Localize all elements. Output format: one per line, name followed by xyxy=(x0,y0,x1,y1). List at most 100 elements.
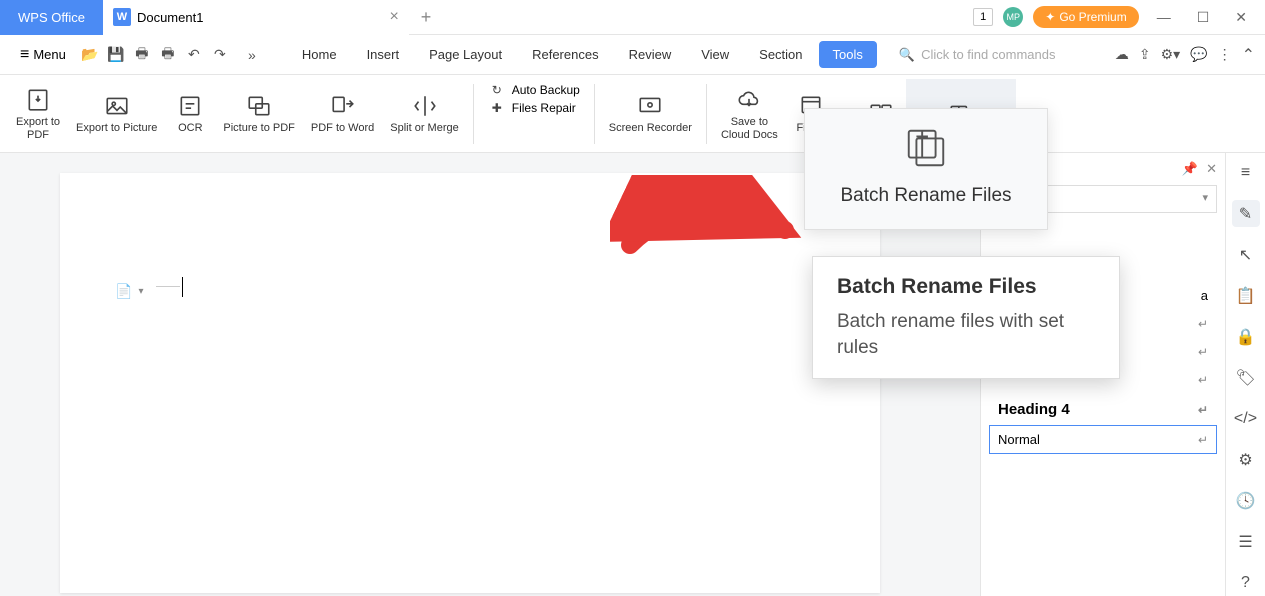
menu-label: Menu xyxy=(33,47,66,62)
titlebar: WPS Office W Document1 × + 1 MP ✦ Go Pre… xyxy=(0,0,1265,35)
picture-export-icon xyxy=(104,92,130,120)
style-label: Heading 4 xyxy=(998,401,1070,418)
sliders-icon[interactable]: ⚙ xyxy=(1232,446,1260,473)
flyout-title: Batch Rename Files xyxy=(805,185,1047,219)
open-icon[interactable]: 📂 xyxy=(78,43,102,67)
files-repair-button[interactable]: ✚ Files Repair xyxy=(488,101,580,115)
split-or-merge-button[interactable]: Split or Merge xyxy=(382,79,466,149)
clipboard-icon[interactable]: 📋 xyxy=(1232,282,1260,309)
ribbon-label: Auto Backup xyxy=(512,83,580,97)
menu-home[interactable]: Home xyxy=(288,41,351,68)
redo-icon[interactable]: ↷ xyxy=(208,43,232,67)
batch-rename-large-icon xyxy=(805,125,1047,171)
settings-dropdown-icon[interactable]: ⚙▾ xyxy=(1161,46,1181,63)
ribbon-label: Screen Recorder xyxy=(609,122,692,135)
style-letter: a xyxy=(1201,288,1208,303)
ribbon-label: PDF to Word xyxy=(311,122,374,135)
ribbon-label: Picture to PDF xyxy=(223,122,295,135)
help-icon[interactable]: ? xyxy=(1232,569,1260,596)
menu-insert[interactable]: Insert xyxy=(353,41,414,68)
right-sidebar: ≡ ✎ ↖ 📋 🔒 🏷 </> ⚙ 🕓 ☰ ? xyxy=(1225,153,1265,596)
share-icon[interactable]: ⇪ xyxy=(1139,46,1151,63)
menu-button[interactable]: ≡ Menu xyxy=(10,42,76,68)
menu-page-layout[interactable]: Page Layout xyxy=(415,41,516,68)
menu-review[interactable]: Review xyxy=(615,41,686,68)
new-tab-button[interactable]: + xyxy=(409,7,444,28)
paragraph-mark-icon: ↵ xyxy=(1198,433,1208,447)
style-label: Normal xyxy=(998,432,1040,447)
ocr-icon xyxy=(177,92,203,120)
ribbon-separator xyxy=(706,84,707,144)
screen-recorder-icon xyxy=(637,92,663,120)
go-premium-button[interactable]: ✦ Go Premium xyxy=(1033,6,1138,28)
more-icon[interactable]: ⋮ xyxy=(1218,46,1232,63)
close-panel-icon[interactable]: ✕ xyxy=(1206,161,1217,177)
lock-icon[interactable]: 🔒 xyxy=(1232,323,1260,350)
document-tab[interactable]: W Document1 × xyxy=(103,0,409,35)
menu-section[interactable]: Section xyxy=(745,41,816,68)
export-to-pdf-button[interactable]: Export to PDF xyxy=(8,79,68,149)
paragraph-mark-icon: ↵ xyxy=(1198,373,1208,387)
document-page[interactable]: 📄 ▾ xyxy=(60,173,880,593)
qa-more-icon[interactable]: » xyxy=(240,43,264,67)
menu-tools[interactable]: Tools xyxy=(819,41,877,68)
user-avatar[interactable]: MP xyxy=(1003,7,1023,27)
cursor-guide xyxy=(156,286,180,287)
auto-backup-button[interactable]: ↻ Auto Backup xyxy=(488,83,580,97)
page-indicator[interactable]: 📄 ▾ xyxy=(115,283,143,300)
pdf-to-word-icon xyxy=(330,92,356,120)
paragraph-mark-icon: ↵ xyxy=(1198,345,1208,359)
split-merge-icon xyxy=(412,92,438,120)
page-icon: 📄 xyxy=(115,283,132,300)
document-tab-label: Document1 xyxy=(137,10,203,25)
ribbon-label: Save to Cloud Docs xyxy=(721,116,778,142)
cursor-select-icon[interactable]: ↖ xyxy=(1232,241,1260,268)
style-heading4[interactable]: Heading 4 ↵ xyxy=(989,394,1217,425)
maximize-button[interactable]: ☐ xyxy=(1189,5,1218,30)
app-tab[interactable]: WPS Office xyxy=(0,0,103,35)
writer-icon: W xyxy=(113,8,131,26)
pin-icon[interactable]: 📌 xyxy=(1182,161,1198,177)
paragraph-mark-icon: ↵ xyxy=(1198,317,1208,331)
history-icon[interactable]: 🕓 xyxy=(1232,487,1260,514)
save-to-cloud-button[interactable]: Save to Cloud Docs xyxy=(713,79,786,149)
menu-references[interactable]: References xyxy=(518,41,612,68)
cloud-icon[interactable]: ☁ xyxy=(1115,46,1129,63)
tooltip-description: Batch rename files with set rules xyxy=(837,309,1095,360)
search-icon: 🔍 xyxy=(899,47,915,63)
collapse-ribbon-icon[interactable]: ⌃ xyxy=(1242,45,1255,65)
undo-icon[interactable]: ↶ xyxy=(182,43,206,67)
menu-view[interactable]: View xyxy=(687,41,743,68)
drag-handle-icon[interactable]: ≡ xyxy=(1232,159,1260,186)
counter-badge[interactable]: 1 xyxy=(973,8,993,26)
minimize-button[interactable]: — xyxy=(1149,5,1179,29)
picture-to-pdf-button[interactable]: Picture to PDF xyxy=(215,79,303,149)
command-search[interactable]: 🔍 Click to find commands xyxy=(899,47,1056,63)
close-button[interactable]: ✕ xyxy=(1227,5,1255,30)
paragraph-mark-icon: ↵ xyxy=(1198,403,1208,417)
ocr-button[interactable]: OCR xyxy=(165,79,215,149)
list-icon[interactable]: ☰ xyxy=(1232,528,1260,555)
export-to-picture-button[interactable]: Export to Picture xyxy=(68,79,165,149)
picture-to-pdf-icon xyxy=(246,92,272,120)
premium-label: Go Premium xyxy=(1059,10,1126,24)
print-icon[interactable]: 🖶 xyxy=(130,43,154,67)
hamburger-icon: ≡ xyxy=(20,46,29,64)
close-tab-icon[interactable]: × xyxy=(389,8,398,26)
ribbon-label: Export to PDF xyxy=(16,116,60,142)
code-icon[interactable]: </> xyxy=(1232,405,1260,432)
comment-icon[interactable]: 💬 xyxy=(1190,46,1207,63)
save-icon[interactable]: 💾 xyxy=(104,43,128,67)
batch-rename-flyout[interactable]: Batch Rename Files xyxy=(804,108,1048,230)
ribbon-separator xyxy=(473,84,474,144)
cloud-save-icon xyxy=(736,86,762,114)
tag-icon[interactable]: 🏷 xyxy=(1232,364,1260,391)
style-normal[interactable]: Normal ↵ xyxy=(989,425,1217,454)
pdf-export-icon xyxy=(25,86,51,114)
edit-icon[interactable]: ✎ xyxy=(1232,200,1260,227)
search-placeholder: Click to find commands xyxy=(921,47,1055,62)
print-preview-icon[interactable]: 🖶 xyxy=(156,43,180,67)
screen-recorder-button[interactable]: Screen Recorder xyxy=(601,79,700,149)
menubar: ≡ Menu 📂 💾 🖶 🖶 ↶ ↷ » Home Insert Page La… xyxy=(0,35,1265,75)
pdf-to-word-button[interactable]: PDF to Word xyxy=(303,79,382,149)
